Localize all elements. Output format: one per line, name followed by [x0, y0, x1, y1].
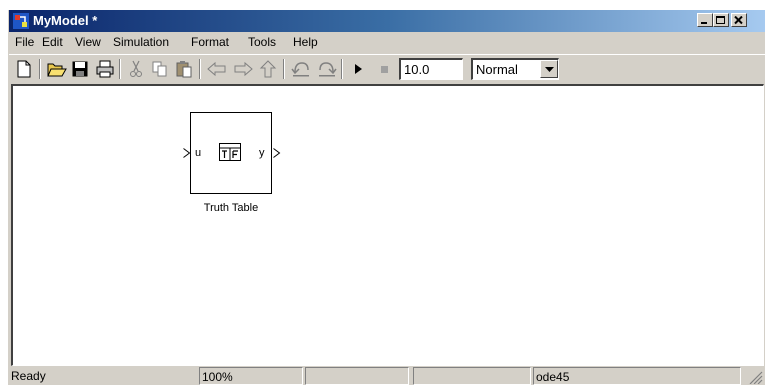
- status-bar: Ready 100% ode45: [9, 366, 765, 385]
- play-icon: [355, 64, 362, 74]
- new-file-icon: [17, 60, 31, 78]
- menu-format[interactable]: Format: [191, 35, 229, 49]
- minimize-button[interactable]: [697, 13, 713, 27]
- start-simulation-button[interactable]: [347, 59, 369, 79]
- resize-grip-icon[interactable]: [747, 370, 763, 384]
- minimize-icon: [701, 22, 707, 24]
- stop-icon: [381, 66, 388, 73]
- redo-icon: [319, 62, 337, 77]
- toolbar-separator: [199, 59, 201, 79]
- status-zoom: 100%: [199, 367, 303, 385]
- simulink-app-icon: [13, 13, 29, 29]
- model-window: MyModel * File Edit View Simulation Form…: [8, 10, 765, 385]
- status-state: Ready: [11, 369, 46, 383]
- menu-help[interactable]: Help: [293, 35, 318, 49]
- title-bar[interactable]: MyModel *: [9, 10, 765, 32]
- maximize-icon: [716, 16, 725, 24]
- up-button[interactable]: [257, 59, 279, 79]
- forward-arrow-icon: [234, 61, 253, 77]
- up-arrow-icon: [259, 60, 277, 78]
- menu-view[interactable]: View: [75, 35, 101, 49]
- status-cell-empty: [305, 367, 409, 385]
- forward-button[interactable]: [231, 59, 253, 79]
- stop-time-input[interactable]: 10.0: [399, 58, 463, 80]
- copy-icon: [152, 61, 167, 77]
- back-arrow-icon: [207, 61, 226, 77]
- truth-table-icon: [219, 143, 241, 161]
- block-name-label[interactable]: Truth Table: [190, 202, 272, 214]
- back-button[interactable]: [205, 59, 227, 79]
- undo-button[interactable]: [289, 59, 311, 79]
- toolbar-separator: [119, 59, 121, 79]
- menu-file[interactable]: File: [15, 35, 34, 49]
- close-icon: [734, 16, 743, 25]
- menu-edit[interactable]: Edit: [42, 35, 63, 49]
- open-button[interactable]: [45, 59, 67, 79]
- redo-button[interactable]: [315, 59, 337, 79]
- close-button[interactable]: [731, 13, 747, 27]
- toolbar-separator: [341, 59, 343, 79]
- stop-simulation-button[interactable]: [373, 59, 395, 79]
- status-cell-empty: [413, 367, 531, 385]
- output-port-label: y: [259, 147, 265, 159]
- output-port-arrow-icon[interactable]: [273, 148, 281, 158]
- input-port-arrow-icon[interactable]: [183, 148, 191, 158]
- menu-bar: File Edit View Simulation Format Tools H…: [9, 32, 765, 52]
- cut-button[interactable]: [125, 59, 147, 79]
- maximize-button[interactable]: [713, 13, 729, 27]
- print-button[interactable]: [93, 59, 115, 79]
- save-icon: [72, 61, 88, 77]
- paste-button[interactable]: [173, 59, 195, 79]
- paste-icon: [176, 61, 192, 78]
- save-button[interactable]: [69, 59, 91, 79]
- status-solver: ode45: [533, 367, 741, 385]
- new-model-button[interactable]: [13, 59, 35, 79]
- input-port-label: u: [195, 147, 202, 159]
- undo-icon: [291, 62, 309, 77]
- simulation-mode-dropdown-button[interactable]: [540, 60, 558, 78]
- chevron-down-icon: [545, 67, 554, 72]
- truth-table-block[interactable]: u y: [190, 112, 272, 194]
- open-folder-icon: [47, 63, 67, 77]
- menu-simulation[interactable]: Simulation: [113, 35, 169, 49]
- toolbar-separator: [283, 59, 285, 79]
- menu-tools[interactable]: Tools: [248, 35, 276, 49]
- window-title: MyModel *: [33, 13, 98, 28]
- model-canvas[interactable]: u y Truth Table: [11, 84, 764, 366]
- copy-button[interactable]: [149, 59, 171, 79]
- print-icon: [96, 60, 114, 78]
- cut-icon: [130, 60, 142, 77]
- toolbar-separator: [39, 59, 41, 79]
- toolbar: 10.0 Normal: [9, 54, 765, 83]
